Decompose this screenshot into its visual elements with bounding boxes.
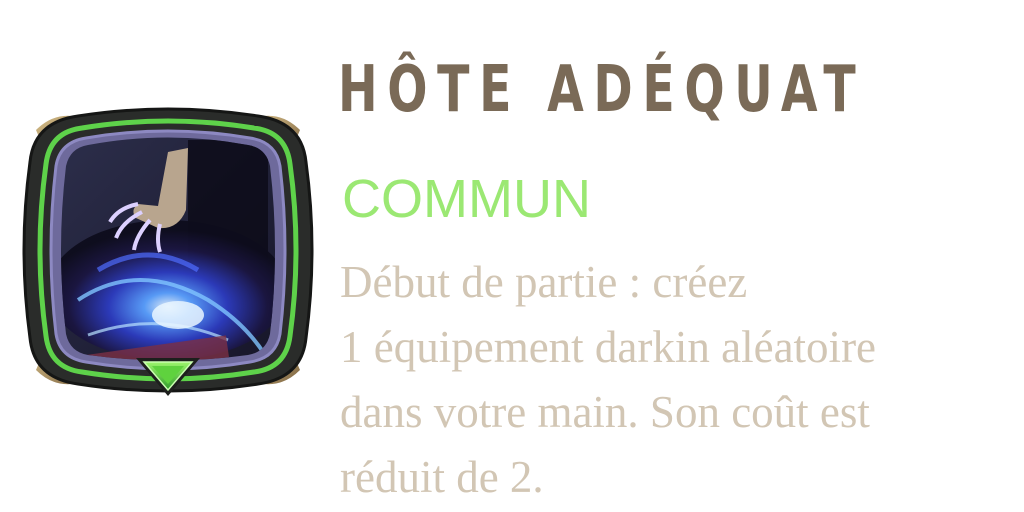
description-line: dans votre main. Son coût est	[340, 387, 870, 437]
description-line: 1 équipement darkin aléatoire	[340, 322, 877, 372]
darkin-hand-art-icon	[22, 107, 314, 396]
card-description: Début de partie : créez 1 équipement dar…	[340, 250, 1012, 510]
card-title: HÔTE ADÉQUAT	[338, 53, 866, 127]
description-line: Début de partie : créez	[340, 257, 748, 307]
card-art-frame[interactable]	[18, 100, 318, 400]
rarity-label: COMMUN	[342, 169, 591, 229]
description-line: réduit de 2.	[340, 452, 544, 502]
card-tooltip: HÔTE ADÉQUAT COMMUN Début de partie : cr…	[0, 0, 1024, 512]
